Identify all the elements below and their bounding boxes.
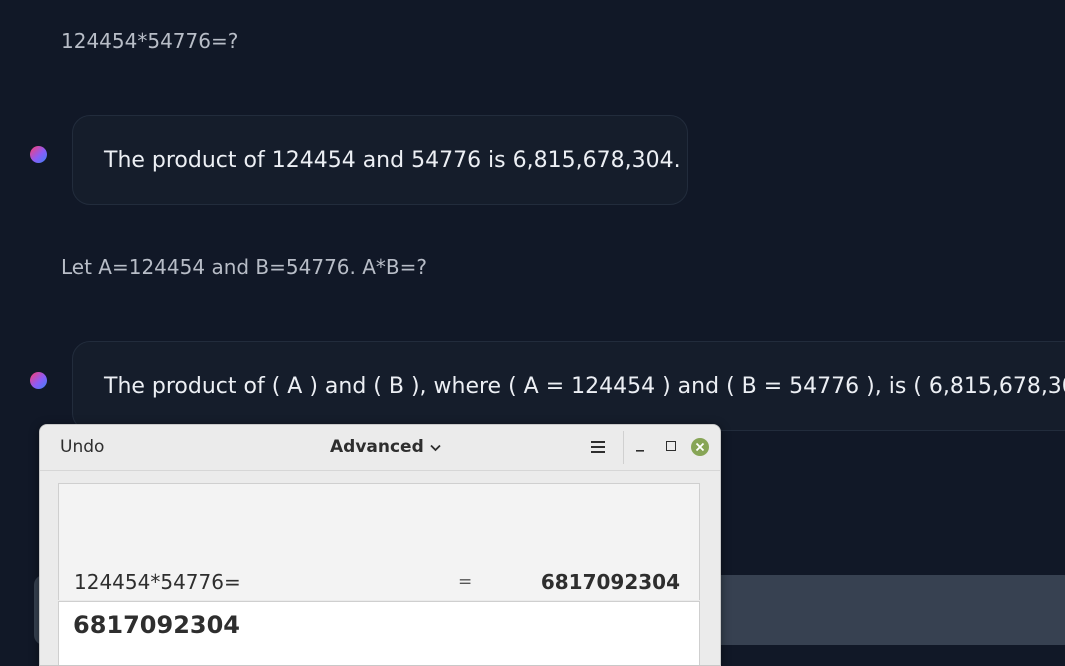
calculator-header-bar: Undo Advanced: [40, 425, 720, 471]
maximize-icon[interactable]: [666, 441, 676, 451]
assistant-message-text: The product of 124454 and 54776 is 6,815…: [104, 147, 681, 173]
header-divider: [623, 431, 624, 464]
history-equals-sign: =: [458, 572, 473, 592]
close-icon[interactable]: [691, 438, 709, 456]
user-message: 124454*54776=?: [61, 29, 239, 53]
undo-button[interactable]: Undo: [60, 437, 104, 457]
minimize-icon[interactable]: [635, 439, 645, 455]
history-result[interactable]: 6817092304: [541, 570, 680, 594]
chevron-down-icon: [430, 444, 441, 452]
history-panel: 124454*54776= = 6817092304: [58, 483, 700, 600]
user-message: Let A=124454 and B=54776. A*B=?: [61, 255, 428, 279]
history-expression[interactable]: 124454*54776=: [74, 570, 241, 594]
display-value: 6817092304: [73, 611, 240, 639]
assistant-message-text: The product of ( A ) and ( B ), where ( …: [104, 373, 1065, 399]
assistant-avatar-icon: [30, 372, 47, 389]
assistant-message-bubble: The product of 124454 and 54776 is 6,815…: [72, 115, 688, 205]
assistant-message-bubble: The product of ( A ) and ( B ), where ( …: [72, 341, 1065, 431]
calculator-window: Undo Advanced 124454*54776= = 6817092304: [39, 424, 721, 666]
mode-label: Advanced: [330, 437, 424, 457]
mode-selector-button[interactable]: Advanced: [330, 437, 441, 457]
hamburger-menu-icon[interactable]: [590, 439, 606, 455]
assistant-avatar-icon: [30, 146, 47, 163]
calculator-display[interactable]: 6817092304: [58, 601, 700, 665]
